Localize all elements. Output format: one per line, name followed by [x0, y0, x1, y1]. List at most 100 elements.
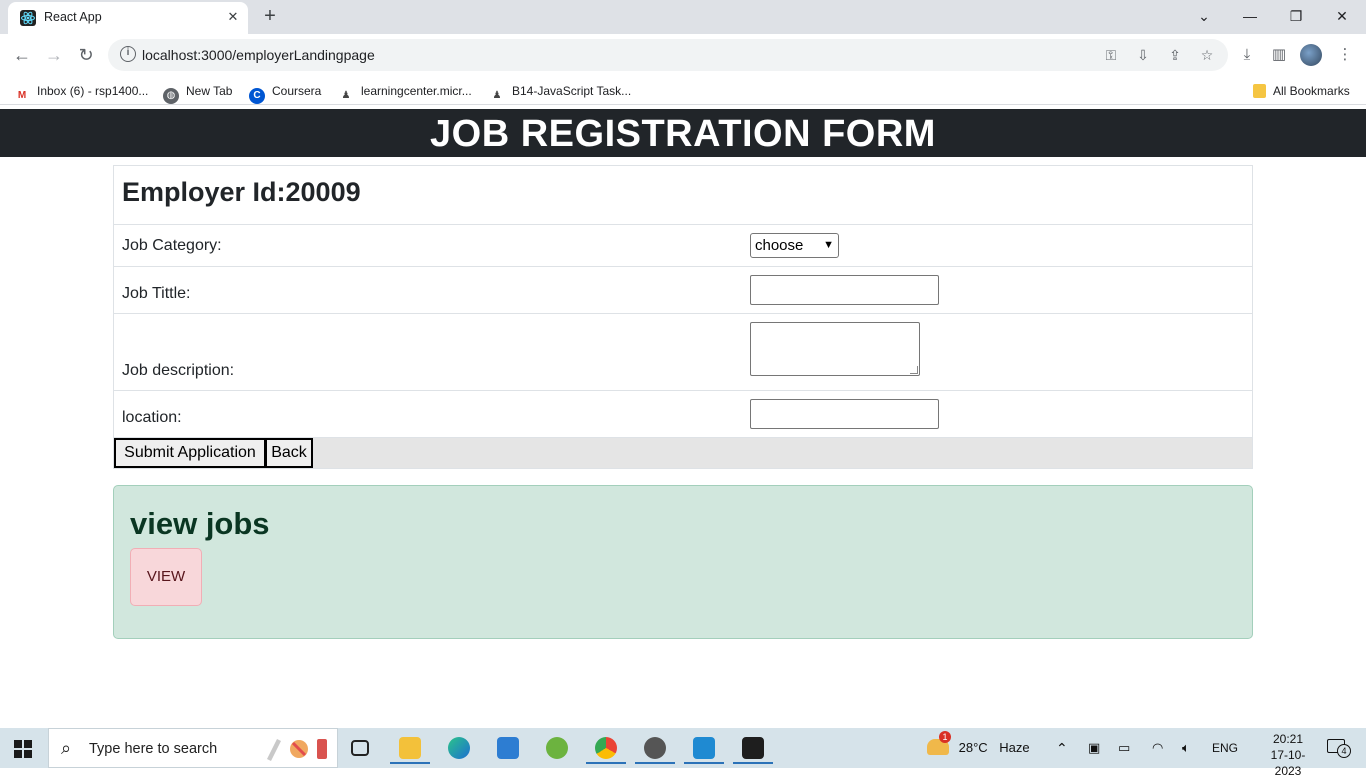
side-panel-icon[interactable]: ▥	[1268, 44, 1290, 66]
weather-temp: 28°C	[958, 740, 988, 755]
taskbar-search-box[interactable]: ⌕ Type here to search	[48, 728, 338, 768]
bookmark-label: New Tab	[186, 84, 233, 98]
windows-start-icon[interactable]	[14, 740, 32, 758]
edge-icon[interactable]	[439, 732, 479, 764]
bookmark-learningcenter[interactable]: ♟ learningcenter.micr...	[338, 82, 472, 101]
close-tab-icon[interactable]: ✕	[224, 8, 242, 26]
minimize-button[interactable]: —	[1230, 4, 1270, 28]
clock[interactable]: 20:21 17-10-2023	[1262, 731, 1314, 779]
clock-date: 17-10-2023	[1270, 748, 1306, 778]
job-category-select[interactable]: choose ▼	[750, 233, 839, 258]
restore-button[interactable]: ❐	[1276, 4, 1316, 28]
forward-arrow-icon[interactable]: →	[41, 42, 67, 68]
globe-icon: ◍	[163, 88, 179, 104]
form-actions: Submit Application Back	[114, 438, 1252, 468]
gmail-icon: M	[17, 90, 27, 101]
view-button[interactable]: VIEW	[130, 548, 202, 606]
spring-tool-icon[interactable]	[537, 732, 577, 764]
tab-title: React App	[44, 10, 102, 24]
employer-id-row: Employer Id:20009	[114, 166, 1252, 225]
chevron-down-icon: ▼	[823, 239, 834, 251]
resize-handle-icon[interactable]	[910, 366, 918, 374]
wifi-icon[interactable]: ◠	[1152, 728, 1163, 768]
file-explorer-icon[interactable]	[390, 732, 430, 764]
key-icon[interactable]: ⚿	[1101, 45, 1121, 65]
windows-taskbar: ⌕ Type here to search 1 28°C Haze ⌃ ▣ ▭ …	[0, 728, 1366, 778]
browser-tab-bar: React App ✕ + ⌄ — ❐ ✕	[0, 0, 1366, 34]
job-title-input[interactable]	[750, 275, 939, 305]
install-icon[interactable]: ⇩	[1133, 45, 1153, 65]
profile-avatar[interactable]	[1300, 44, 1322, 66]
menu-icon[interactable]: ⋮	[1334, 44, 1356, 66]
meet-now-icon[interactable]: ▣	[1088, 728, 1100, 768]
all-bookmarks[interactable]: All Bookmarks	[1253, 82, 1350, 100]
bookmark-label: Inbox (6) - rsp1400...	[37, 84, 149, 98]
job-category-row: Job Category: choose ▼	[114, 225, 1252, 267]
search-icon: ⌕	[61, 738, 72, 758]
coursera-icon: C	[249, 88, 265, 104]
search-highlight-icon	[267, 739, 327, 761]
folder-icon	[1253, 84, 1266, 98]
volume-icon[interactable]: 🔈︎	[1182, 728, 1190, 768]
job-category-value: choose	[755, 237, 804, 254]
location-row: location:	[114, 391, 1252, 438]
bookmark-b14-javascript[interactable]: ♟ B14-JavaScript Task...	[489, 82, 632, 101]
weather-widget[interactable]: 1 28°C Haze	[927, 728, 1030, 768]
employer-id: Employer Id:20009	[122, 177, 361, 207]
view-jobs-card: view jobs VIEW	[113, 485, 1253, 639]
site-info-icon[interactable]: i	[120, 46, 136, 62]
weather-desc: Haze	[999, 740, 1030, 755]
url-text[interactable]: localhost:3000/employerLandingpage	[142, 47, 375, 63]
person-icon: ♟	[492, 90, 502, 101]
back-button[interactable]: Back	[265, 438, 313, 468]
chrome-icon[interactable]	[586, 732, 626, 764]
weather-badge: 1	[939, 731, 951, 743]
person-icon: ♟	[341, 90, 351, 101]
chevron-up-icon[interactable]: ⌃	[1056, 728, 1068, 768]
reload-icon[interactable]: ↻	[73, 42, 99, 68]
bookmark-gmail[interactable]: M Inbox (6) - rsp1400...	[14, 82, 149, 101]
settings-gear-icon[interactable]	[635, 732, 675, 764]
bookmark-label: Coursera	[272, 84, 322, 98]
view-jobs-heading: view jobs	[130, 506, 270, 541]
react-icon	[20, 10, 36, 26]
vscode-icon[interactable]	[684, 732, 724, 764]
job-description-label: Job description:	[122, 362, 235, 379]
bookmark-star-icon[interactable]: ☆	[1197, 45, 1217, 65]
bookmark-new-tab[interactable]: ◍ New Tab	[163, 82, 233, 104]
bookmark-label: learningcenter.micr...	[361, 84, 472, 98]
back-arrow-icon[interactable]: ←	[9, 42, 35, 68]
job-description-textarea[interactable]	[750, 322, 920, 376]
search-placeholder: Type here to search	[89, 741, 218, 757]
weather-icon: 1	[927, 731, 951, 755]
job-description-row: Job description:	[114, 314, 1252, 391]
bookmark-coursera[interactable]: C Coursera	[249, 82, 322, 104]
mail-icon[interactable]	[488, 732, 528, 764]
new-tab-button[interactable]: +	[258, 4, 282, 28]
task-view-icon[interactable]	[340, 732, 380, 764]
address-bar[interactable]: i localhost:3000/employerLandingpage ⚿ ⇩…	[108, 39, 1228, 71]
job-title-row: Job Tittle:	[114, 267, 1252, 314]
close-window-button[interactable]: ✕	[1322, 4, 1362, 28]
browser-toolbar: ← → ↻ i localhost:3000/employerLandingpa…	[0, 34, 1366, 76]
bookmarks-bar: M Inbox (6) - rsp1400... ◍ New Tab C Course…	[0, 76, 1366, 105]
job-registration-table: Employer Id:20009 Job Category: choose ▼…	[113, 165, 1253, 469]
location-label: location:	[122, 409, 182, 426]
all-bookmarks-label: All Bookmarks	[1273, 84, 1350, 98]
notification-count: 4	[1337, 744, 1351, 758]
tab-search-icon[interactable]: ⌄	[1184, 4, 1224, 28]
bookmark-label: B14-JavaScript Task...	[512, 84, 632, 98]
browser-tab[interactable]: React App ✕	[8, 2, 248, 34]
clock-time: 20:21	[1272, 732, 1304, 746]
location-input[interactable]	[750, 399, 939, 429]
terminal-icon[interactable]	[733, 732, 773, 764]
job-category-label: Job Category:	[122, 237, 222, 254]
page-title: JOB REGISTRATION FORM	[0, 109, 1366, 157]
submit-application-button[interactable]: Submit Application	[114, 438, 266, 468]
language-indicator[interactable]: ENG	[1212, 728, 1238, 768]
downloads-icon[interactable]: ⤓	[1236, 44, 1258, 66]
share-icon[interactable]: ⇪	[1165, 45, 1185, 65]
job-title-label: Job Tittle:	[122, 285, 191, 302]
notification-icon[interactable]: 4	[1325, 738, 1351, 758]
battery-icon[interactable]: ▭	[1118, 728, 1130, 768]
